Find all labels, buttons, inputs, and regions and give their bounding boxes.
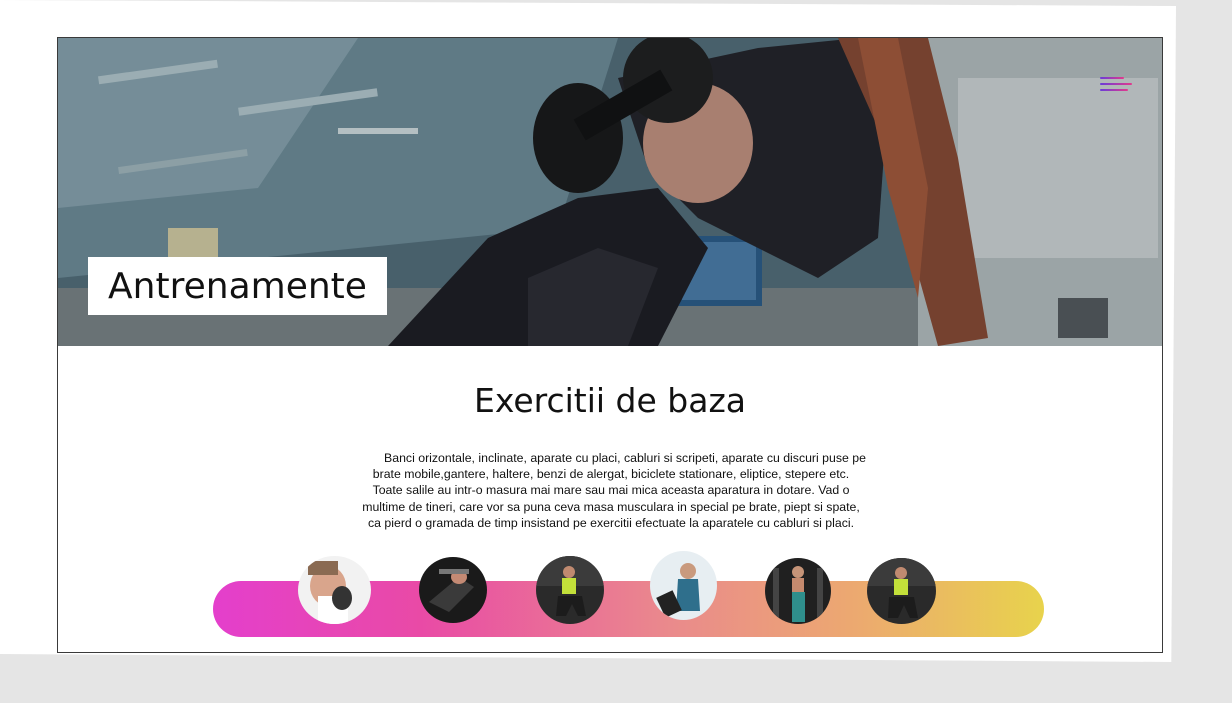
hero-title-box: Antrenamente — [88, 257, 387, 315]
thumb-bench-press[interactable] — [419, 557, 487, 623]
section-text-line: multime de tineri, care vor sa puna ceva… — [362, 499, 860, 514]
section-text: Banci orizontale, inclinate, aparate cu … — [328, 450, 894, 531]
section-title: Exercitii de baza — [473, 381, 747, 420]
thumb-squat-2[interactable] — [867, 558, 936, 624]
thumb-cable-machine[interactable] — [765, 558, 831, 624]
thumb-treadmill[interactable] — [650, 551, 717, 620]
section-text-line: Toate salile au intr-o masura mai mare s… — [372, 483, 850, 498]
hero-title: Antrenamente — [108, 265, 367, 307]
section-text-line: Banci orizontale, inclinate, aparate cu … — [384, 451, 866, 465]
hero-banner: Antrenamente — [58, 38, 1162, 346]
page-frame: Antrenamente Exercitii de baza Banci ori… — [57, 37, 1163, 653]
thumb-squat[interactable] — [536, 556, 604, 624]
section-text-line: brate mobile,gantere, haltere, benzi de … — [372, 467, 850, 482]
section-text-line: ca pierd o gramada de timp insistand pe … — [368, 515, 854, 530]
hamburger-menu-icon[interactable] — [1098, 72, 1134, 96]
thumb-dumbbell-curl[interactable] — [298, 556, 371, 624]
